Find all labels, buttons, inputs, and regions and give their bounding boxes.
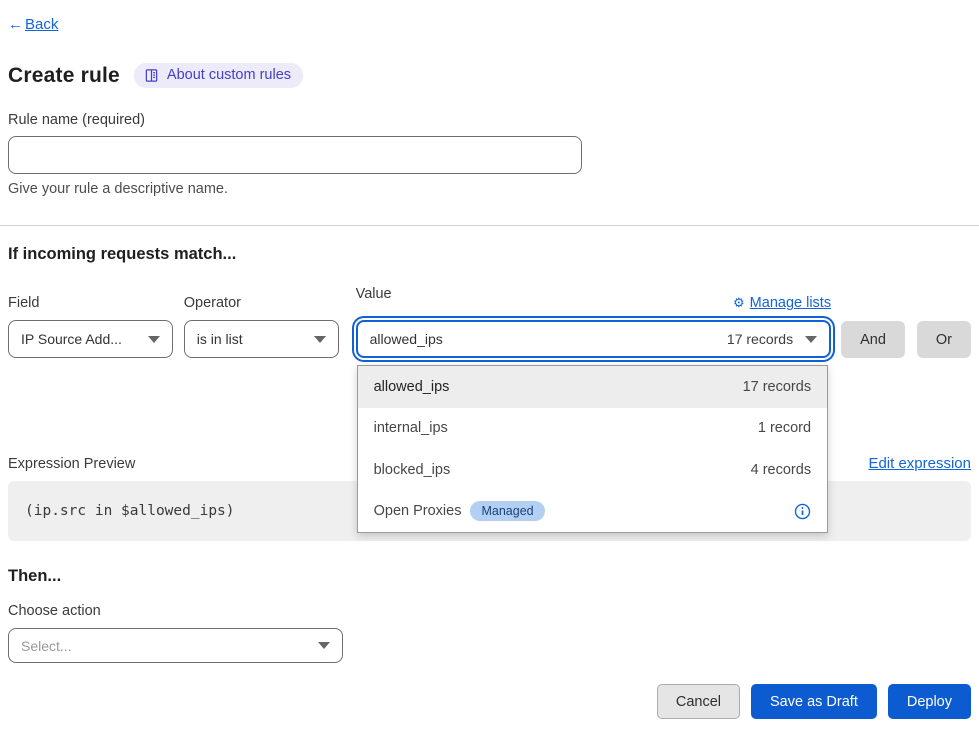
book-icon [144, 68, 159, 83]
manage-lists-link[interactable]: ⚙ Manage lists [733, 295, 831, 311]
list-option-records: 1 record [758, 420, 811, 436]
chevron-down-icon [314, 336, 326, 343]
expression-code: (ip.src in $allowed_ips) [25, 503, 235, 519]
list-option-open-proxies[interactable]: Open Proxies Managed [358, 491, 827, 533]
list-option-name: allowed_ips [374, 379, 450, 395]
save-as-draft-button[interactable]: Save as Draft [751, 684, 877, 719]
section-divider [0, 225, 979, 226]
manage-lists-label: Manage lists [750, 295, 831, 311]
back-link[interactable]: ←Back [8, 16, 58, 33]
footer-actions: Cancel Save as Draft Deploy [8, 684, 971, 719]
field-select-value: IP Source Add... [21, 331, 138, 347]
back-arrow-icon: ← [8, 16, 23, 33]
chevron-down-icon [318, 642, 330, 649]
managed-badge: Managed [470, 501, 544, 521]
then-heading: Then... [8, 567, 971, 586]
rule-name-section: Rule name (required) Give your rule a de… [8, 112, 971, 197]
choose-action-label: Choose action [8, 603, 971, 619]
list-option-name: Open Proxies [374, 503, 462, 519]
field-select[interactable]: IP Source Add... [8, 320, 173, 358]
list-option-records: 17 records [743, 379, 812, 395]
match-section-heading: If incoming requests match... [8, 245, 971, 264]
rule-name-helper: Give your rule a descriptive name. [8, 181, 971, 197]
operator-column: Operator is in list [184, 295, 339, 358]
value-label: Value [356, 286, 392, 302]
list-option-blocked-ips[interactable]: blocked_ips 4 records [358, 449, 827, 491]
expression-preview-label: Expression Preview [8, 456, 135, 472]
about-custom-rules-link[interactable]: About custom rules [134, 63, 303, 88]
value-select-records-count: 17 records [727, 331, 795, 347]
field-column: Field IP Source Add... [8, 295, 173, 358]
value-select-value: allowed_ips [370, 331, 727, 347]
info-icon[interactable] [794, 503, 811, 520]
chevron-down-icon [805, 336, 817, 343]
deploy-button[interactable]: Deploy [888, 684, 971, 719]
list-option-allowed-ips[interactable]: allowed_ips 17 records [358, 366, 827, 408]
list-option-internal-ips[interactable]: internal_ips 1 record [358, 408, 827, 450]
value-select[interactable]: allowed_ips 17 records [356, 320, 831, 358]
gear-icon: ⚙ [733, 295, 745, 311]
list-dropdown-menu: allowed_ips 17 records internal_ips 1 re… [357, 365, 828, 533]
or-button[interactable]: Or [917, 321, 971, 358]
operator-select-value: is in list [197, 331, 304, 347]
and-button[interactable]: And [841, 321, 905, 358]
back-link-label: Back [25, 16, 58, 33]
operator-select[interactable]: is in list [184, 320, 339, 358]
action-select[interactable]: Select... [8, 628, 343, 663]
about-badge-label: About custom rules [167, 67, 291, 83]
create-rule-page: ←Back Create rule About custom rules Rul… [0, 0, 979, 739]
edit-expression-link[interactable]: Edit expression [868, 455, 971, 472]
value-label-row: Value ⚙ Manage lists [356, 286, 831, 311]
value-column: Value ⚙ Manage lists allowed_ips 17 reco… [356, 286, 831, 358]
list-option-records: 4 records [751, 462, 811, 478]
action-select-placeholder: Select... [21, 638, 308, 654]
condition-row: Field IP Source Add... Operator is in li… [8, 286, 971, 358]
page-title: Create rule [8, 64, 120, 88]
title-row: Create rule About custom rules [8, 63, 971, 88]
then-section: Then... Choose action Select... [8, 567, 971, 663]
rule-name-label: Rule name (required) [8, 112, 971, 128]
operator-label: Operator [184, 295, 339, 311]
field-label: Field [8, 295, 173, 311]
rule-name-input[interactable] [8, 136, 582, 174]
list-option-name: internal_ips [374, 420, 448, 436]
chevron-down-icon [148, 336, 160, 343]
list-option-name: blocked_ips [374, 462, 451, 478]
cancel-button[interactable]: Cancel [657, 684, 740, 719]
